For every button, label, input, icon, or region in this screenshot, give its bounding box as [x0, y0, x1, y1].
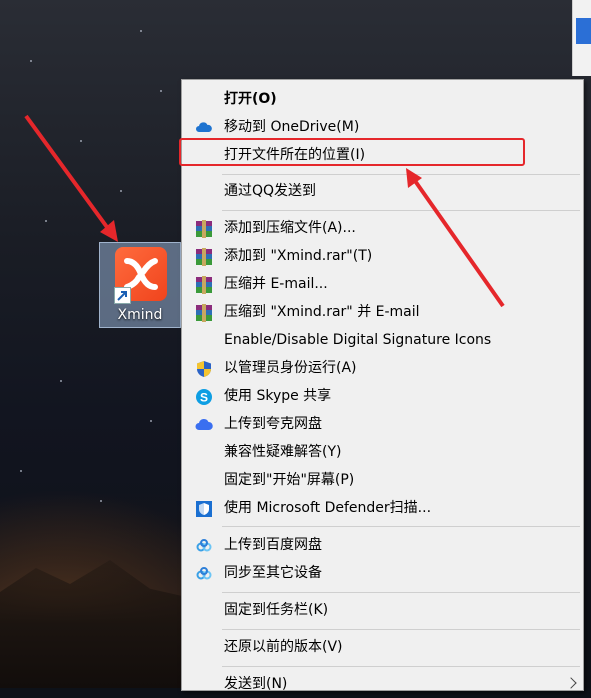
annotation-arrows — [24, 114, 505, 308]
annotation-arrow-left — [24, 114, 114, 236]
annotation-arrow-right — [411, 176, 505, 308]
